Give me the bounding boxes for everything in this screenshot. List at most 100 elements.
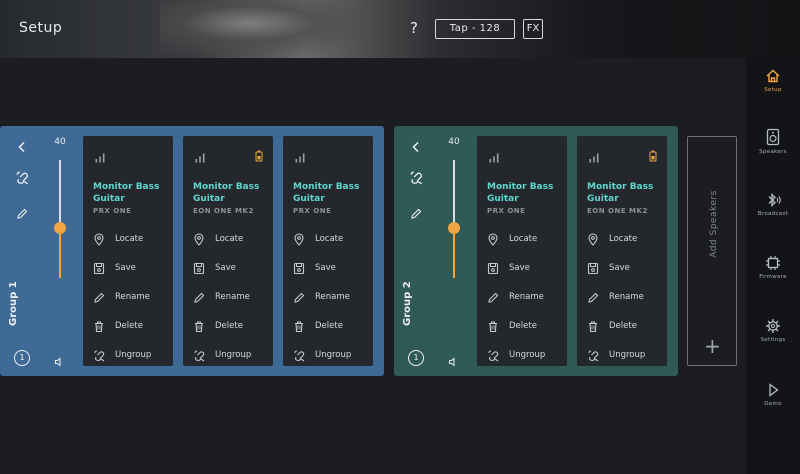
group-ungroup-button[interactable] — [15, 170, 30, 189]
delete-button[interactable]: Delete — [93, 319, 169, 335]
speaker-name: Monitor Bass Guitar — [587, 182, 654, 204]
save-button[interactable]: Save — [193, 261, 269, 277]
chip-icon — [766, 256, 780, 270]
back-button[interactable] — [16, 138, 28, 157]
battery-icon — [255, 147, 263, 166]
pencil-icon — [588, 292, 599, 303]
ungroup-icon — [294, 350, 305, 362]
speaker-card[interactable]: Monitor Bass Guitar EON ONE MK2 Locate S… — [577, 136, 667, 366]
locate-button[interactable]: Locate — [293, 232, 369, 248]
pencil-icon — [194, 292, 205, 303]
volume-slider-fill — [59, 228, 61, 278]
ungroup-button[interactable]: Ungroup — [93, 348, 169, 364]
signal-strength-icon — [489, 148, 500, 167]
sidebar-item-firmware[interactable]: Firmware — [746, 255, 800, 305]
sidebar-item-setup[interactable]: Setup — [746, 68, 800, 118]
speaker-volume-icon[interactable] — [448, 352, 458, 371]
volume-slider-handle[interactable] — [448, 222, 460, 235]
sidebar-item-label: Speakers — [759, 149, 787, 155]
action-label: Save — [115, 263, 136, 273]
speaker-volume-icon[interactable] — [54, 352, 64, 371]
speaker-card[interactable]: Monitor Bass Guitar EON ONE MK2 Locate S… — [183, 136, 273, 366]
speaker-name: Monitor Bass Guitar — [193, 182, 260, 204]
rename-button[interactable]: Rename — [193, 290, 269, 306]
action-label: Rename — [115, 292, 150, 302]
delete-button[interactable]: Delete — [193, 319, 269, 335]
sidebar-item-demo[interactable]: Demo — [746, 382, 800, 432]
locate-button[interactable]: Locate — [193, 232, 269, 248]
save-button[interactable]: Save — [293, 261, 369, 277]
pencil-icon — [294, 292, 305, 303]
action-label: Ungroup — [215, 350, 252, 360]
ungroup-icon — [488, 350, 499, 362]
chevron-left-icon — [412, 141, 419, 153]
ungroup-icon — [94, 350, 105, 362]
tap-tempo-button[interactable]: Tap - 128 — [435, 19, 515, 39]
action-label: Ungroup — [609, 350, 646, 360]
action-label: Delete — [215, 321, 243, 331]
ungroup-button[interactable]: Ungroup — [587, 348, 663, 364]
group-number-badge: 1 — [14, 350, 30, 366]
rename-button[interactable]: Rename — [587, 290, 663, 306]
action-label: Delete — [315, 321, 343, 331]
group-ungroup-button[interactable] — [409, 170, 424, 189]
pencil-icon — [17, 208, 28, 219]
action-label: Rename — [609, 292, 644, 302]
rename-button[interactable]: Rename — [487, 290, 563, 306]
add-speakers-button[interactable]: Add Speakers + — [687, 136, 737, 366]
action-label: Locate — [215, 234, 244, 244]
group-volume-value: 40 — [448, 137, 460, 147]
locate-button[interactable]: Locate — [487, 232, 563, 248]
location-pin-icon — [588, 233, 598, 246]
action-label: Ungroup — [115, 350, 152, 360]
group-rename-button[interactable] — [16, 205, 28, 224]
delete-button[interactable]: Delete — [487, 319, 563, 335]
sidebar-item-speakers[interactable]: Speakers — [746, 128, 800, 178]
save-button[interactable]: Save — [487, 261, 563, 277]
rename-button[interactable]: Rename — [93, 290, 169, 306]
speaker-icon — [766, 128, 780, 146]
sidebar-item-label: Firmware — [759, 274, 787, 280]
delete-button[interactable]: Delete — [293, 319, 369, 335]
locate-button[interactable]: Locate — [93, 232, 169, 248]
right-sidebar: Setup Speakers Broadcast Firmware Settin… — [746, 58, 800, 474]
fx-button[interactable]: FX — [523, 19, 543, 39]
locate-button[interactable]: Locate — [587, 232, 663, 248]
save-button[interactable]: Save — [93, 261, 169, 277]
group-rename-button[interactable] — [410, 205, 422, 224]
location-pin-icon — [94, 233, 104, 246]
signal-strength-icon — [589, 148, 600, 167]
group-name: Group 2 — [402, 281, 413, 326]
action-label: Locate — [115, 234, 144, 244]
delete-button[interactable]: Delete — [587, 319, 663, 335]
page-title: Setup — [19, 20, 63, 36]
speaker-card[interactable]: Monitor Bass Guitar PRX ONE Locate Save … — [477, 136, 567, 366]
back-button[interactable] — [410, 138, 422, 157]
sidebar-item-label: Demo — [764, 401, 782, 407]
speaker-card[interactable]: Monitor Bass Guitar PRX ONE Locate Save … — [283, 136, 373, 366]
ungroup-button[interactable]: Ungroup — [193, 348, 269, 364]
ungroup-icon — [588, 350, 599, 362]
action-label: Rename — [509, 292, 544, 302]
rename-button[interactable]: Rename — [293, 290, 369, 306]
top-header: Setup ? Tap - 128 FX — [0, 0, 800, 58]
group-controls: 40 Group 1 1 — [0, 126, 80, 376]
action-label: Rename — [215, 292, 250, 302]
ungroup-button[interactable]: Ungroup — [293, 348, 369, 364]
save-icon — [193, 262, 205, 275]
pencil-icon — [411, 208, 422, 219]
volume-slider-handle[interactable] — [54, 222, 66, 235]
speaker-volume-icon-glyph — [55, 357, 61, 367]
speaker-card[interactable]: Monitor Bass Guitar PRX ONE Locate Save … — [83, 136, 173, 366]
sidebar-item-broadcast[interactable]: Broadcast — [746, 192, 800, 242]
save-icon — [487, 262, 499, 275]
sidebar-item-settings[interactable]: Settings — [746, 318, 800, 368]
play-icon — [769, 383, 779, 397]
header-background-photo — [160, 0, 380, 58]
action-label: Rename — [315, 292, 350, 302]
help-button[interactable]: ? — [410, 19, 418, 37]
action-label: Save — [509, 263, 530, 273]
action-label: Save — [315, 263, 336, 273]
save-button[interactable]: Save — [587, 261, 663, 277]
ungroup-button[interactable]: Ungroup — [487, 348, 563, 364]
